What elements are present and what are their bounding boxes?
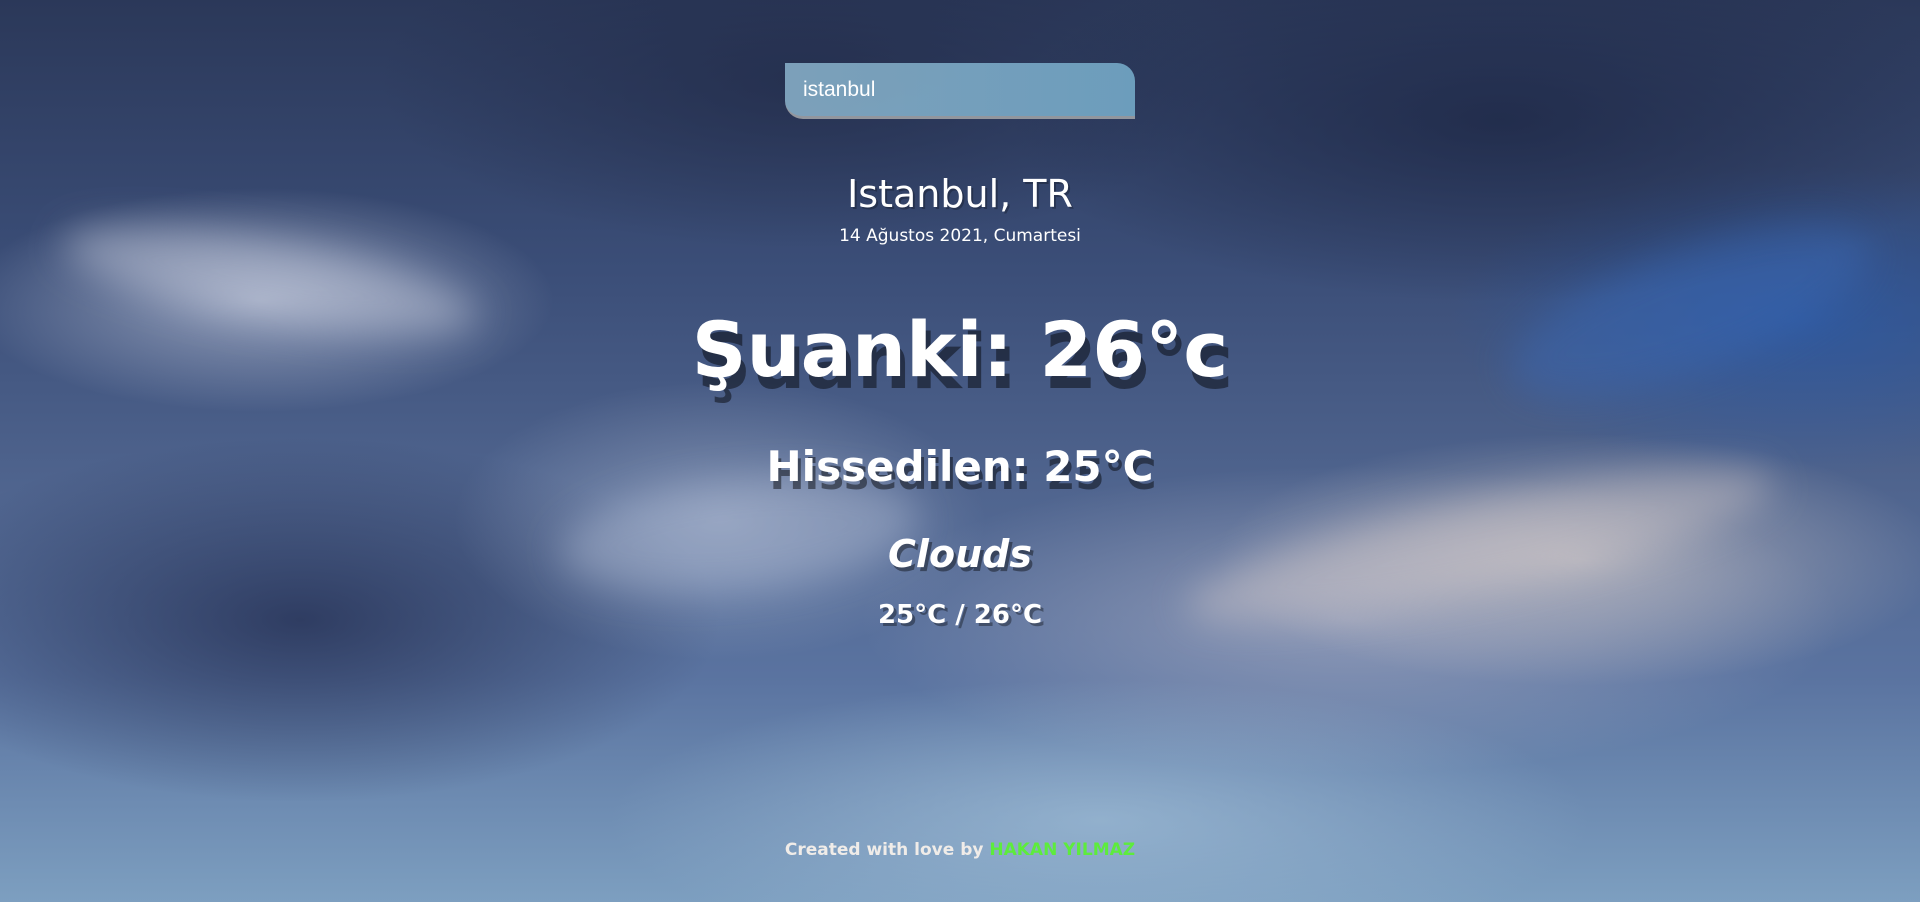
feels-like-temperature: Hissedilen: 25°C <box>766 442 1154 491</box>
current-date: 14 Ağustos 2021, Cumartesi <box>839 226 1081 246</box>
footer-text: Created with love by <box>784 840 984 860</box>
footer-author-link[interactable]: HAKAN YILMAZ <box>989 840 1135 860</box>
city-search-input[interactable] <box>785 63 1135 119</box>
weather-condition: Clouds <box>888 532 1032 576</box>
footer-credit: Created with love by HAKAN YILMAZ <box>0 840 1920 860</box>
weather-app: Istanbul, TR 14 Ağustos 2021, Cumartesi … <box>0 0 1920 902</box>
min-max-temperature: 25°C / 26°C <box>877 600 1043 630</box>
weather-content: Istanbul, TR 14 Ağustos 2021, Cumartesi … <box>0 0 1920 902</box>
current-temperature: Şuanki: 26°c <box>691 305 1229 394</box>
city-name: Istanbul, TR <box>847 172 1073 216</box>
